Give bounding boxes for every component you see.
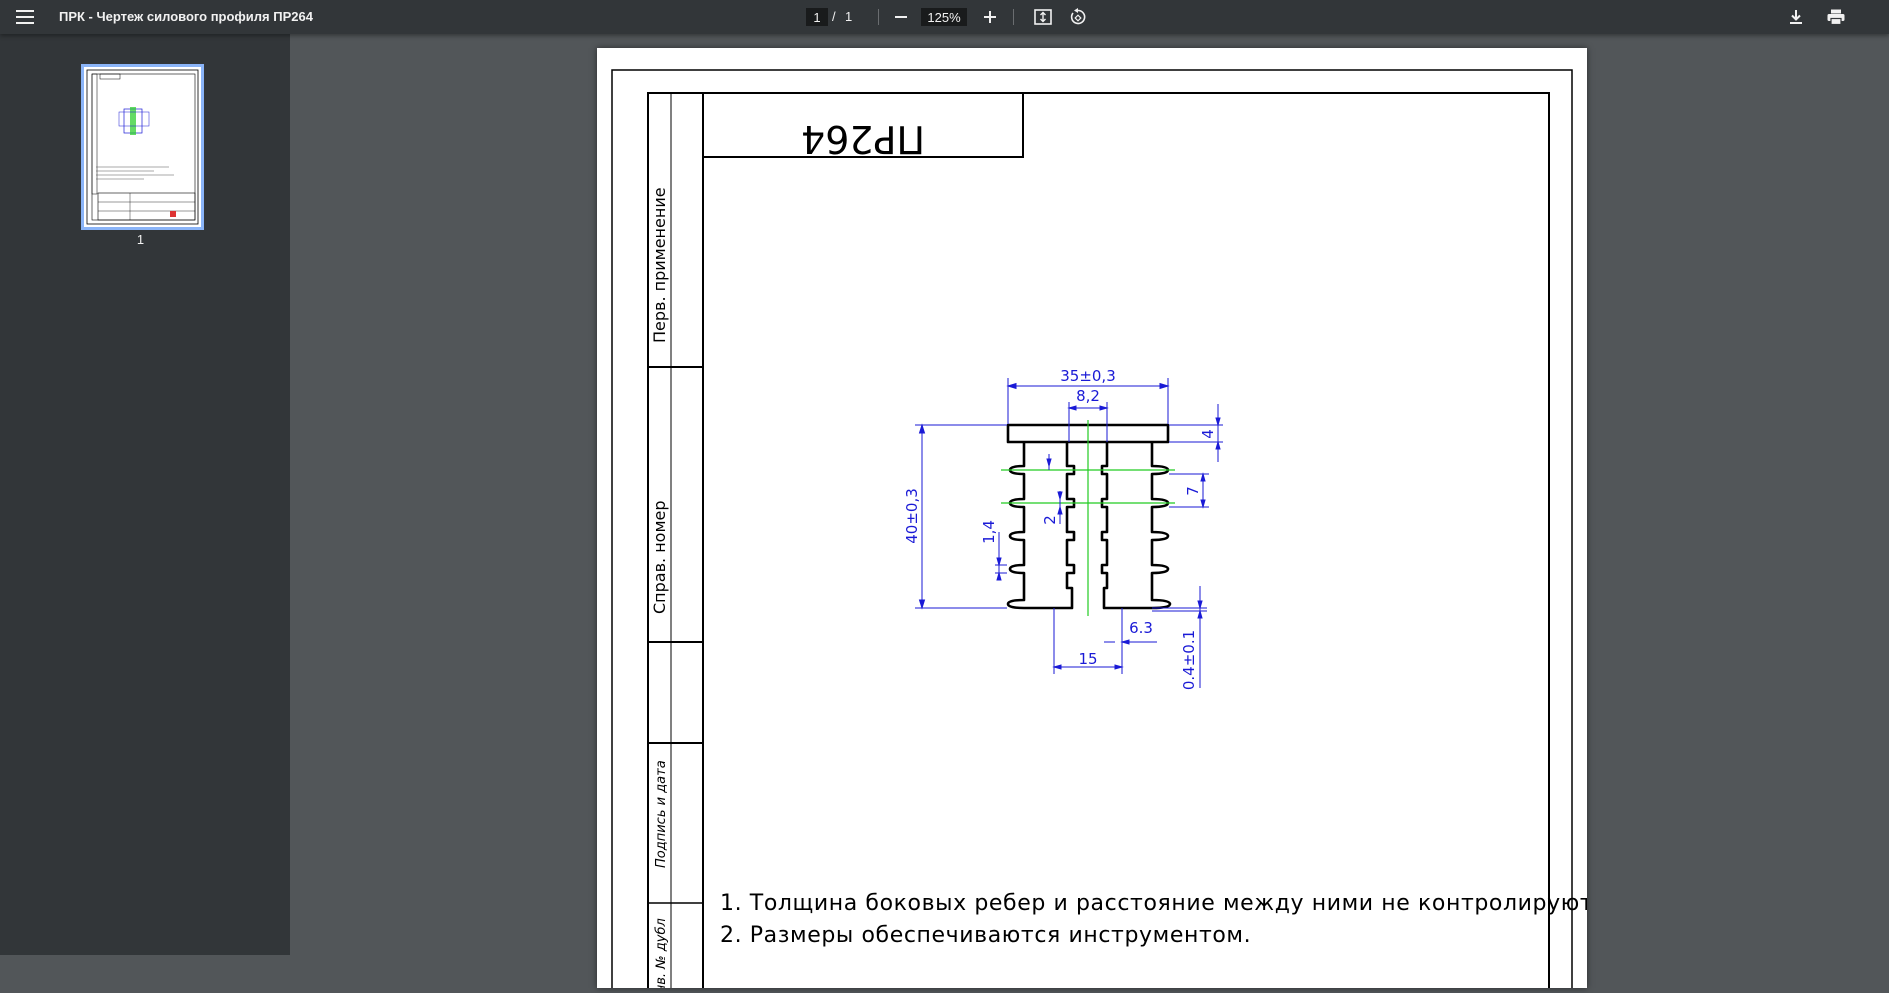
page-number-input[interactable] [806,8,828,26]
dim-fin-thickness: 1,4 [980,520,998,544]
plus-icon[interactable] [977,4,1003,30]
page-separator: / [832,9,836,24]
label-perv-primenenie: Перв. применение [650,187,669,343]
minus-icon[interactable] [888,4,914,30]
thumbnail-sidebar: 1 [0,34,290,955]
rotate-icon[interactable] [1065,4,1091,30]
designation-text: ПР264 [801,117,925,161]
dim-base-offset: 6.3 [1129,619,1153,637]
dim-base-thickness: 0.4±0.1 [1180,630,1198,690]
pdf-toolbar: ПРК - Чертеж силового профиля ПР264 / 1 [0,0,1889,34]
fit-page-icon[interactable] [1030,4,1056,30]
outer-frame [611,69,1573,991]
toolbar-divider [878,9,879,25]
note-1: 1. Толщина боковых ребер и расстояние ме… [720,891,1587,916]
pdf-page: Перв. применение Справ. номер Подпись и … [597,48,1627,993]
page-total: 1 [845,9,853,24]
centerline [1001,420,1175,616]
dim-base-width: 15 [1078,650,1097,668]
dim-height-total: 40±0,3 [903,488,921,544]
toolbar-divider [1013,9,1014,25]
page-thumbnail[interactable] [81,64,204,230]
dim-top-thickness: 4 [1199,429,1217,439]
dim-fin-pitch: 7 [1184,486,1202,496]
dim-web-width: 8,2 [1076,387,1100,405]
dim-width-total: 35±0,3 [1060,367,1116,385]
print-icon[interactable] [1823,4,1849,30]
dim-gap: 2 [1041,515,1059,525]
thumbnail-preview [86,69,199,225]
menu-icon[interactable] [12,4,38,30]
drawing-sheet: Перв. применение Справ. номер Подпись и … [611,69,1627,993]
label-sprav-nomer: Справ. номер [650,500,669,614]
document-title: ПРК - Чертеж силового профиля ПР264 [59,9,313,24]
thumbnail-page-number: 1 [136,232,145,247]
inner-frame [647,92,1550,993]
label-inv-dubl: Инв. № дубл [654,918,669,988]
zoom-level-input[interactable] [921,8,967,26]
label-podpis-data: Подпись и дата [654,760,669,868]
profile-outline [1006,423,1172,610]
download-icon[interactable] [1783,4,1809,30]
note-2: 2. Размеры обеспечиваются инструментом. [720,923,1251,948]
